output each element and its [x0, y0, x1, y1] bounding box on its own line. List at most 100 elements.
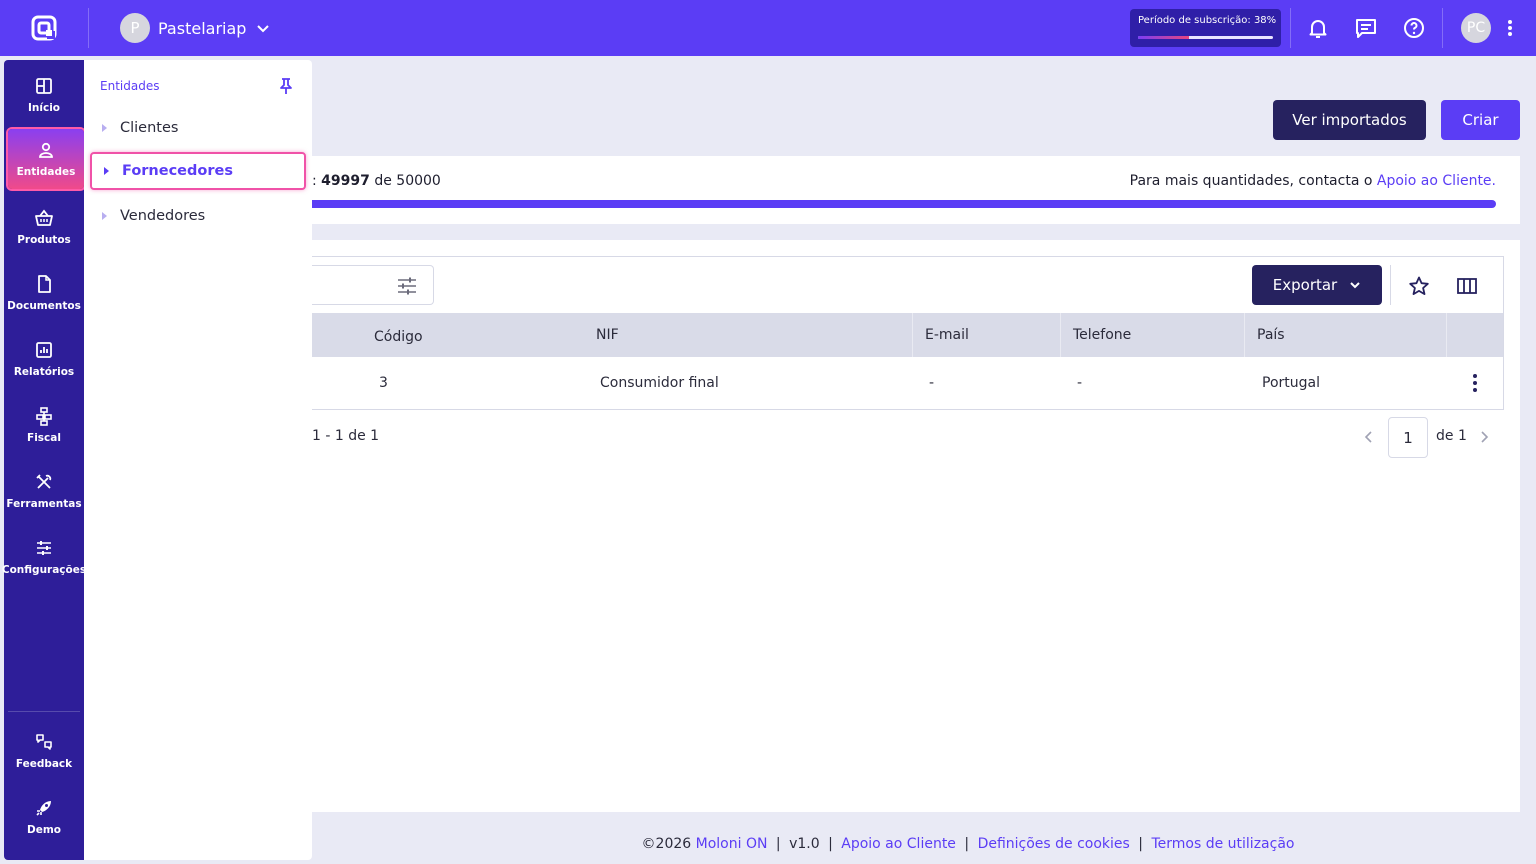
sidebar-item-documentos[interactable]: Documentos [4, 262, 84, 324]
company-selector[interactable]: P Pastelariap [120, 13, 270, 43]
chat-icon[interactable] [1354, 16, 1378, 40]
sidebar-item-label: Ferramentas [6, 498, 82, 510]
sidebar-item-produtos[interactable]: Produtos [4, 196, 84, 258]
basket-icon [35, 209, 53, 226]
sidebar-item-demo[interactable]: Demo [4, 786, 84, 848]
sidebar-item-label: Relatórios [13, 366, 75, 378]
help-icon[interactable] [1402, 16, 1426, 40]
cell-pais: Portugal [1262, 375, 1320, 391]
subscription-period[interactable]: Período de subscrição: 38% [1130, 9, 1281, 47]
sidebar-item-feedback[interactable]: Feedback [4, 720, 84, 782]
quota-progress-bar [312, 200, 1496, 208]
company-avatar: P [120, 13, 150, 43]
suppliers-card: Exportar Código NIF E-mail Telefone País… [312, 240, 1520, 812]
bell-icon[interactable] [1306, 16, 1330, 40]
flyout-item-label: Vendedores [120, 208, 206, 224]
columns-icon[interactable] [1456, 275, 1478, 297]
column-header-pais[interactable]: País [1244, 313, 1446, 357]
company-name: Pastelariap [158, 18, 247, 38]
flyout-item-vendedores[interactable]: Vendedores [100, 198, 292, 234]
app-logo-icon[interactable] [30, 14, 58, 42]
support-link[interactable]: Apoio ao Cliente. [1377, 173, 1496, 189]
quota-prefix: : [312, 173, 317, 189]
cell-nif: Consumidor final [600, 375, 719, 391]
user-avatar[interactable]: PC [1461, 13, 1491, 43]
page-number-input[interactable] [1388, 417, 1428, 458]
sidebar: Início Entidades Produtos Documentos Rel… [2, 60, 86, 860]
filter-sliders-icon[interactable] [396, 276, 418, 296]
cell-codigo: 3 [379, 375, 388, 391]
pagination-range: 1 - 1 de 1 [312, 428, 380, 444]
caret-right-icon [104, 167, 109, 175]
column-header-codigo[interactable]: Código [362, 313, 584, 357]
footer-copyright: ©2026 [641, 836, 692, 852]
column-header-telefone[interactable]: Telefone [1060, 313, 1244, 357]
tools-icon [36, 474, 52, 489]
chevron-right-icon[interactable] [1477, 430, 1491, 444]
row-actions-icon[interactable] [1471, 373, 1479, 393]
sidebar-item-entidades[interactable]: Entidades [8, 129, 84, 189]
sidebar-item-configuracoes[interactable]: Configurações [2, 526, 86, 588]
sidebar-item-label: Demo [27, 824, 61, 836]
flyout-item-label: Clientes [120, 120, 179, 136]
subscription-progress-bar [1138, 36, 1273, 39]
footer-separator: | [828, 836, 833, 852]
pin-icon[interactable] [276, 76, 296, 96]
sidebar-item-label: Fiscal [27, 432, 61, 444]
export-label: Exportar [1272, 276, 1338, 294]
divider [1290, 8, 1291, 48]
sidebar-item-inicio[interactable]: Início [4, 64, 84, 126]
quota-total: 50000 [396, 173, 441, 189]
cell-email: - [929, 375, 935, 391]
chevron-left-icon[interactable] [1362, 430, 1376, 444]
flyout-item-clientes[interactable]: Clientes [100, 110, 292, 146]
sidebar-item-ferramentas[interactable]: Ferramentas [4, 460, 84, 522]
user-icon [39, 142, 53, 158]
quota-contact: Para mais quantidades, contacta o Apoio … [1130, 173, 1496, 189]
footer-support-link[interactable]: Apoio ao Cliente [841, 836, 956, 852]
flyout-item-label: Fornecedores [122, 163, 233, 179]
footer-cookies-link[interactable]: Definições de cookies [978, 836, 1130, 852]
footer-brand-link[interactable]: Moloni ON [696, 836, 768, 852]
export-button[interactable]: Exportar [1252, 265, 1382, 305]
search-input[interactable] [312, 265, 434, 305]
sidebar-item-label: Documentos [7, 300, 81, 312]
document-icon [38, 275, 51, 293]
flyout-item-fornecedores[interactable]: Fornecedores [90, 152, 306, 190]
table-row[interactable]: 3 Consumidor final - - Portugal [312, 357, 1503, 409]
footer-separator: | [1138, 836, 1144, 852]
create-button[interactable]: Criar [1441, 100, 1520, 140]
cell-telefone: - [1077, 375, 1083, 391]
pagination-total: de 1 [1436, 428, 1467, 444]
divider [1390, 265, 1391, 305]
footer-separator: | [775, 836, 781, 852]
sidebar-item-fiscal[interactable]: Fiscal [4, 394, 84, 456]
quota-contact-text: Para mais quantidades, contacta o [1129, 173, 1373, 189]
quota-panel: : 49997 de 50000 Para mais quantidades, … [312, 156, 1520, 224]
rocket-icon [36, 801, 51, 816]
subscription-label: Período de subscrição: 38% [1138, 15, 1277, 26]
table-header: Código NIF E-mail Telefone País [312, 313, 1503, 357]
sidebar-item-label: Início [27, 102, 61, 114]
column-header-nif[interactable]: NIF [584, 313, 912, 357]
divider [88, 8, 89, 48]
sliders-icon [37, 541, 51, 555]
divider [8, 711, 80, 712]
footer: ©2026 Moloni ON | v1.0 | Apoio ao Client… [312, 836, 1536, 852]
quota-used: 49997 [321, 173, 370, 189]
column-header-email[interactable]: E-mail [912, 313, 1060, 357]
sidebar-item-relatorios[interactable]: Relatórios [4, 328, 84, 390]
subscription-progress-fill [1138, 36, 1190, 39]
fiscal-icon [36, 407, 52, 426]
chevron-down-icon [257, 25, 270, 33]
table-container: Exportar Código NIF E-mail Telefone País… [312, 256, 1504, 410]
footer-version: v1.0 [789, 836, 820, 852]
sidebar-item-label: Produtos [17, 234, 71, 246]
footer-terms-link[interactable]: Termos de utilização [1151, 836, 1294, 852]
star-icon[interactable] [1408, 275, 1430, 297]
quota-progress-fill [312, 200, 1496, 208]
view-imported-button[interactable]: Ver importados [1273, 100, 1426, 140]
chevron-down-icon [1350, 282, 1360, 289]
footer-separator: | [964, 836, 970, 852]
more-vertical-icon[interactable] [1500, 16, 1520, 40]
